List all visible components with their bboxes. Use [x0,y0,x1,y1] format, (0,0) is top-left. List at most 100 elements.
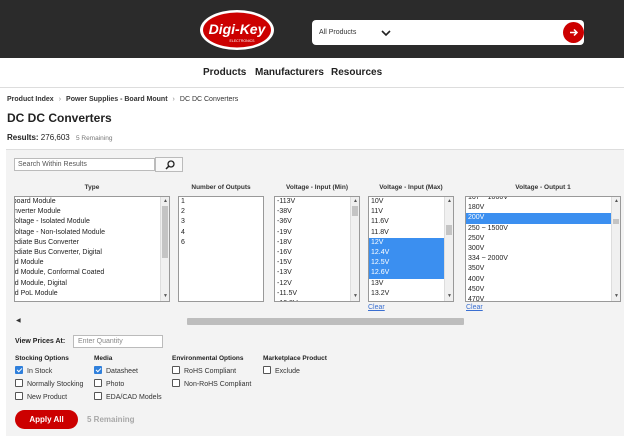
vout1-option[interactable]: 400V [466,275,620,285]
vin_max-option[interactable]: 10V [369,197,453,207]
digikey-logo[interactable]: Digi-Key ELECTRONICS [199,9,275,51]
checkbox-icon[interactable] [94,392,102,400]
vout1-option[interactable]: 250 ~ 1500V [466,224,620,234]
vin_max-option[interactable]: 11.8V [369,228,453,238]
type-option[interactable]: ated Module, Conformal Coated [15,268,169,278]
checkbox-icon[interactable] [94,379,102,387]
vout1-option[interactable]: 167 ~ 1000V [466,197,620,203]
scroll-left-icon[interactable]: ◀ [16,317,21,324]
nav-manufacturers[interactable]: Manufacturers [255,67,324,78]
vin_max-option[interactable]: 12.6V [369,268,453,279]
scroll-down-icon[interactable]: ▼ [352,293,359,300]
vin_max-option[interactable]: 12.4V [369,247,453,259]
checkbox-icon[interactable] [15,366,23,374]
normally-stocking-checkbox[interactable]: Normally Stocking [15,379,83,388]
vout1-option[interactable]: 200V [466,213,620,224]
type-option[interactable]: ated Module, Digital [15,279,169,289]
vout1-option[interactable]: 470V [466,295,620,301]
scroll-thumb[interactable] [162,206,168,258]
search-submit-button[interactable] [563,22,584,43]
vout1-option[interactable]: 180V [466,203,620,213]
vout1-listbox[interactable]: 167 ~ 1000V 180V 200V 250 ~ 1500V 250V 300V 33… [465,196,621,302]
scroll-down-icon[interactable]: ▼ [162,293,169,300]
quantity-input[interactable]: Enter Quantity [73,335,163,348]
vin_min-option[interactable]: -18V [275,238,359,248]
scroll-up-icon[interactable]: ▲ [613,198,620,205]
vout1-option[interactable]: 250V [466,234,620,244]
search-within-input[interactable]: Search Within Results [14,158,155,171]
vin_min-option[interactable]: -11.5V [275,289,359,299]
type-option[interactable]: ated Module [15,258,169,268]
outputs-listbox[interactable]: 12346 [178,196,264,302]
exclude-marketplace-checkbox[interactable]: Exclude [263,366,300,375]
outputs-option[interactable]: 6 [179,238,263,248]
vin_min-option[interactable]: -10.8V [275,299,359,301]
scroll-thumb[interactable] [446,225,452,235]
eda-cad-checkbox[interactable]: EDA/CAD Models [94,392,162,401]
scroll-thumb[interactable] [352,206,358,216]
scroll-up-icon[interactable]: ▲ [446,198,453,205]
vin_max-option[interactable]: 11.6V [369,217,453,227]
outputs-option[interactable]: 3 [179,217,263,227]
vin_min-option[interactable]: -36V [275,217,359,227]
scroll-down-icon[interactable]: ▼ [446,293,453,300]
filters-horizontal-scrollbar[interactable]: ◀ [14,317,616,326]
photo-checkbox[interactable]: Photo [94,379,124,388]
vin_min-option[interactable]: -13V [275,268,359,278]
vin_max-option[interactable]: 13.2V [369,289,453,299]
scroll-thumb[interactable] [613,219,619,224]
checkbox-icon[interactable] [94,366,102,374]
vin_min-option[interactable]: -12V [275,279,359,289]
outputs-option[interactable]: 4 [179,228,263,238]
vout1-option[interactable]: 300V [466,244,620,254]
vin-max-clear-link[interactable]: Clear [368,304,385,311]
vin_min-option[interactable]: -19V [275,228,359,238]
rohs-compliant-checkbox[interactable]: RoHS Compliant [172,366,236,375]
scroll-thumb[interactable] [187,318,464,325]
vin_max-option[interactable]: 12.5V [369,258,453,269]
scroll-up-icon[interactable]: ▲ [162,198,169,205]
vin_min-option[interactable]: -15V [275,258,359,268]
new-product-checkbox[interactable]: New Product [15,392,67,401]
vin_min-option[interactable]: -38V [275,207,359,217]
nav-products[interactable]: Products [203,67,246,78]
vin-max-listbox[interactable]: 10V 11V 11.6V 11.8V 12V 12.4V 12.5V 12.6V 13V 13.… [368,196,454,302]
scroll-down-icon[interactable]: ▼ [613,293,620,300]
type-option[interactable]: Converter Module [15,207,169,217]
type-option[interactable]: ated PoL Module [15,289,169,299]
vout1-clear-link[interactable]: Clear [466,304,483,311]
search-within-button[interactable] [155,157,183,172]
outputs-option[interactable]: 2 [179,207,263,217]
vout1-option[interactable]: 450V [466,285,620,295]
type-option[interactable]: h Voltage - Non-Isolated Module [15,228,169,238]
vin_max-option[interactable]: 13V [369,279,453,289]
type-option[interactable]: rmediate Bus Converter, Digital [15,248,169,258]
checkbox-icon[interactable] [172,379,180,387]
type-scrollbar[interactable]: ▲ ▼ [160,197,169,301]
vin_min-option[interactable]: -16V [275,248,359,258]
apply-all-button[interactable]: Apply All [15,410,78,429]
breadcrumb-power-supplies[interactable]: Power Supplies - Board Mount [66,96,168,103]
type-option[interactable]: adboard Module [15,197,169,207]
vin_max-option[interactable]: 11V [369,207,453,217]
checkbox-icon[interactable] [15,379,23,387]
checkbox-icon[interactable] [15,392,23,400]
type-listbox[interactable]: adboard ModuleConverter Moduleh Voltage … [14,196,170,302]
vout1-scrollbar[interactable]: ▲ ▼ [611,197,620,301]
vout1-option[interactable]: 334 ~ 2000V [466,254,620,264]
vin-max-scrollbar[interactable]: ▲ ▼ [444,197,453,301]
nav-resources[interactable]: Resources [331,67,382,78]
breadcrumb-product-index[interactable]: Product Index [7,96,54,103]
scroll-up-icon[interactable]: ▲ [352,198,359,205]
datasheet-checkbox[interactable]: Datasheet [94,366,138,375]
vin-min-listbox[interactable]: -113V -38V -36V -19V -18V -16V -15V -13V -12V -11… [274,196,360,302]
vin_min-option[interactable]: -113V [275,197,359,207]
in-stock-checkbox[interactable]: In Stock [15,366,52,375]
type-option[interactable]: h Voltage - Isolated Module [15,217,169,227]
vout1-option[interactable]: 350V [466,264,620,274]
type-option[interactable]: rmediate Bus Converter [15,238,169,248]
outputs-option[interactable]: 1 [179,197,263,207]
non-rohs-compliant-checkbox[interactable]: Non-RoHS Compliant [172,379,251,388]
checkbox-icon[interactable] [172,366,180,374]
vin_max-option[interactable]: 12V [369,237,453,248]
